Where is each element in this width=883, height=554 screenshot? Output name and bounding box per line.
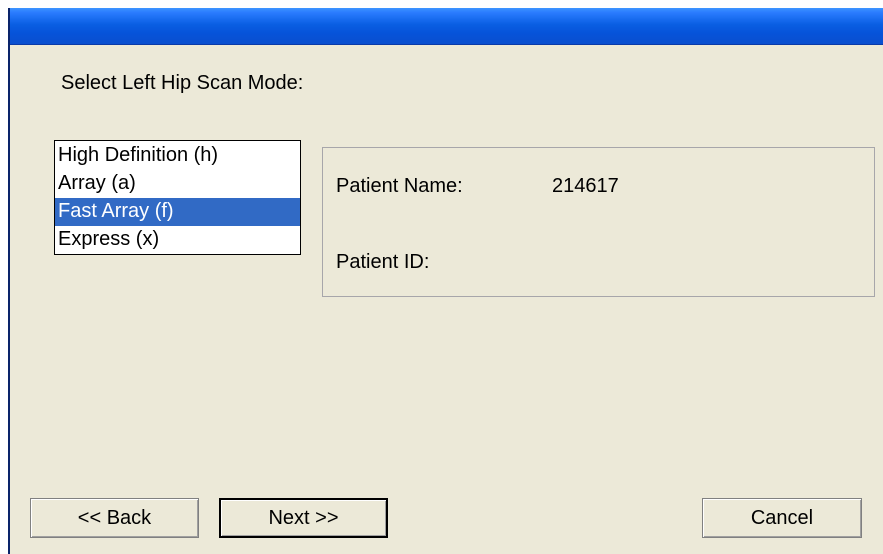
- patient-id-label: Patient ID:: [336, 251, 430, 273]
- patient-name-label: Patient Name:: [336, 175, 463, 197]
- patient-name-value: 214617: [552, 175, 619, 197]
- scan-mode-prompt: Select Left Hip Scan Mode:: [61, 72, 304, 94]
- scan-mode-option-express[interactable]: Express (x): [55, 226, 300, 254]
- title-bar[interactable]: [10, 8, 883, 45]
- scan-mode-dialog: Select Left Hip Scan Mode: High Definiti…: [8, 8, 883, 554]
- scan-mode-option-fast-array[interactable]: Fast Array (f): [55, 198, 300, 226]
- scan-mode-listbox[interactable]: High Definition (h) Array (a) Fast Array…: [54, 140, 301, 255]
- back-button[interactable]: << Back: [30, 498, 199, 538]
- cancel-button[interactable]: Cancel: [702, 498, 862, 538]
- patient-info-panel: Patient Name: 214617 Patient ID:: [322, 147, 875, 297]
- next-button[interactable]: Next >>: [219, 498, 388, 538]
- scan-mode-option-array[interactable]: Array (a): [55, 170, 300, 198]
- scan-mode-option-high-definition[interactable]: High Definition (h): [55, 142, 300, 170]
